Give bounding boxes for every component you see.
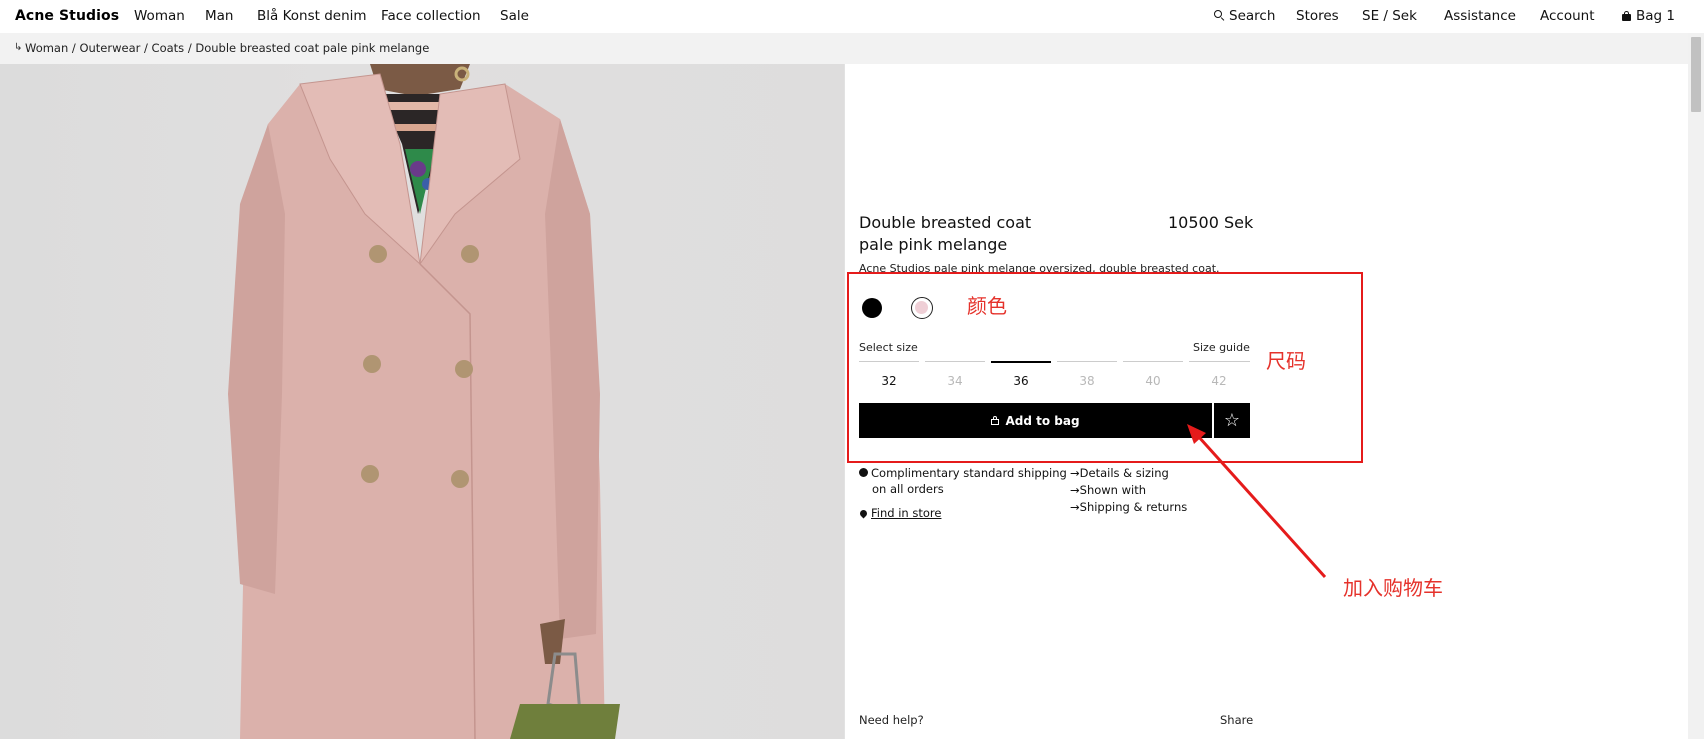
annotation-arrow <box>1187 424 1327 579</box>
